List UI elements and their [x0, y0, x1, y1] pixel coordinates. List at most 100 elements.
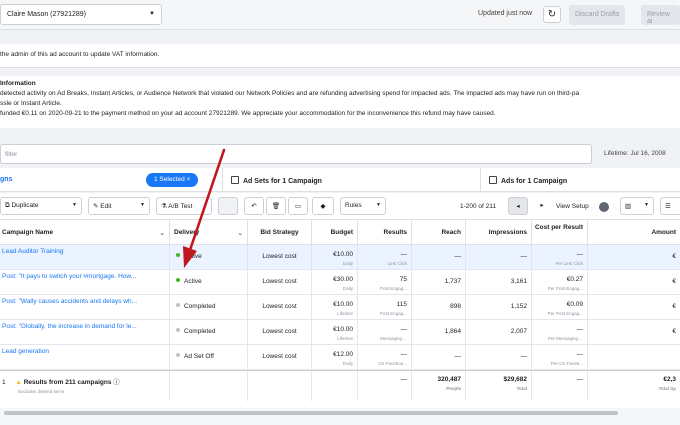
tab-ad-sets-label: Ad Sets for 1 Campaign: [243, 178, 322, 185]
campaign-name-link-cell[interactable]: Lead generation: [0, 345, 170, 370]
scrollbar-thumb[interactable]: [4, 411, 618, 415]
chevron-down-icon: ▼: [149, 11, 155, 17]
campaign-name-link-cell[interactable]: Post: "Wally causes accidents and delays…: [0, 295, 170, 320]
chevron-down-icon: ▼: [140, 202, 145, 208]
budget-value[interactable]: €30.00: [333, 276, 353, 283]
campaign-name-link-cell[interactable]: Post: "It pays to switch your #mortgage.…: [0, 270, 170, 295]
bid-strategy-cell[interactable]: Lowest cost: [248, 345, 312, 370]
campaign-name-link[interactable]: Post: "Globally, the increase in demand …: [2, 323, 137, 330]
table-row[interactable]: Post: "Globally, the increase in demand …: [0, 320, 680, 345]
expand-toggle[interactable]: 1: [2, 379, 6, 386]
header-budget[interactable]: Budget: [312, 220, 358, 245]
budget-value-cell[interactable]: €10.00 Lifetime: [312, 320, 358, 345]
comment-icon: ▭: [294, 203, 302, 210]
cost-per-result-value: —: [576, 251, 584, 258]
amount-value-cell: €: [588, 295, 680, 320]
rules-button[interactable]: Rules ▼: [340, 197, 386, 215]
header-impressions[interactable]: Impressions: [466, 220, 532, 245]
campaign-name-link-cell[interactable]: Post: "Globally, the increase in demand …: [0, 320, 170, 345]
reach-value: 898: [450, 303, 461, 310]
results-value: —: [400, 351, 408, 358]
impressions-value: —: [520, 353, 528, 360]
top-bar: Claire Mason (27921289) ▼ Updated just n…: [0, 0, 680, 30]
bid-strategy[interactable]: Lowest cost: [262, 328, 296, 335]
totals-row: 1 ▲ Results from 211 campaigns ⓘ Exclude…: [0, 370, 680, 401]
duplicate-button[interactable]: ⧉ Duplicate ▼: [0, 197, 82, 215]
undo-button[interactable]: ↶: [244, 197, 264, 215]
account-selector[interactable]: Claire Mason (27921289) ▼: [0, 4, 162, 25]
date-range[interactable]: Lifetime: Jul 16, 2008: [604, 150, 666, 157]
warning-icon: ▲: [15, 379, 22, 386]
budget-value-cell[interactable]: €10.00 Daily: [312, 245, 358, 270]
delete-button[interactable]: 🗑: [266, 197, 286, 215]
columns-button[interactable]: ▥ ▼: [620, 197, 654, 215]
view-setup-toggle[interactable]: [599, 202, 609, 212]
totals-reach-value: 320,487: [437, 376, 462, 383]
campaign-name-link[interactable]: Post: "Wally causes accidents and delays…: [2, 298, 137, 305]
bid-strategy[interactable]: Lowest cost: [262, 278, 296, 285]
amount-value: €: [672, 253, 676, 260]
review-button[interactable]: Review ai: [641, 5, 680, 25]
prev-page-button[interactable]: ◂: [508, 197, 528, 215]
header-bid-strategy[interactable]: Bid Strategy: [248, 220, 312, 245]
next-page-button[interactable]: ▸: [532, 197, 552, 215]
amount-value-cell: €: [588, 270, 680, 295]
filter-input[interactable]: filter: [0, 144, 592, 164]
campaign-name-link-cell[interactable]: Lead Auditor Training: [0, 245, 170, 270]
cost-per-result-value-cell: — Per Link Click: [532, 245, 588, 270]
campaign-name-link[interactable]: Lead Auditor Training: [2, 248, 63, 255]
header-amount[interactable]: Amount: [588, 220, 680, 245]
tag-button[interactable]: ◆: [312, 197, 334, 215]
bid-strategy[interactable]: Lowest cost: [262, 303, 296, 310]
budget-value-cell[interactable]: €30.00 Daily: [312, 270, 358, 295]
tab-ads[interactable]: Ads for 1 Campaign: [480, 168, 680, 192]
header-campaign-name[interactable]: Campaign Name ⌄: [0, 220, 170, 245]
budget-value-cell[interactable]: €10.00 Lifetime: [312, 295, 358, 320]
selected-pill[interactable]: 1 Selected ×: [146, 173, 199, 187]
table-row[interactable]: Lead generation Ad Set Off Lowest cost €12.…: [0, 345, 680, 370]
horizontal-scrollbar[interactable]: [0, 408, 680, 425]
delivery-status: Completed: [184, 328, 216, 335]
impressions-value: 1,152: [510, 303, 527, 310]
refresh-button[interactable]: ↻: [543, 6, 561, 23]
bid-strategy[interactable]: Lowest cost: [262, 353, 296, 360]
view-setup-label[interactable]: View Setup: [556, 203, 589, 210]
table-row[interactable]: Post: "Wally causes accidents and delays…: [0, 295, 680, 320]
breakdown-button[interactable]: ☰: [660, 197, 680, 215]
table-row[interactable]: Post: "It pays to switch your #mortgage.…: [0, 270, 680, 295]
budget-value-cell[interactable]: €12.00 Daily: [312, 345, 358, 370]
budget-value[interactable]: €10.00: [333, 326, 353, 333]
bid-strategy-cell[interactable]: Lowest cost: [248, 320, 312, 345]
bid-strategy[interactable]: Lowest cost: [262, 253, 296, 260]
totals-label: Results from 211 campaigns: [23, 379, 112, 386]
discard-drafts-button[interactable]: Discard Drafts: [569, 5, 626, 25]
impressions-value-cell: 1,152: [466, 295, 532, 320]
tab-ad-sets[interactable]: Ad Sets for 1 Campaign: [222, 168, 480, 192]
header-campaign-name-label: Campaign Name: [2, 229, 53, 236]
budget-value[interactable]: €12.00: [333, 351, 353, 358]
budget-value[interactable]: €10.00: [333, 251, 353, 258]
close-icon[interactable]: ×: [187, 176, 191, 183]
bid-strategy-cell[interactable]: Lowest cost: [248, 245, 312, 270]
results-value: 75: [399, 276, 407, 283]
tab-campaigns[interactable]: gns: [0, 176, 12, 183]
edit-button[interactable]: ✎ Edit ▼: [88, 197, 150, 215]
refund-notice-line: funded €0.11 on 2020-09-21 to the paymen…: [0, 110, 496, 117]
bid-strategy-cell[interactable]: Lowest cost: [248, 270, 312, 295]
blank-button[interactable]: [218, 197, 238, 215]
comment-button[interactable]: ▭: [288, 197, 308, 215]
bid-strategy-cell[interactable]: Lowest cost: [248, 295, 312, 320]
results-value: —: [400, 326, 408, 333]
ab-test-button[interactable]: ⚗ A/B Test: [156, 197, 212, 215]
header-results[interactable]: Results: [358, 220, 412, 245]
budget-value[interactable]: €10.00: [333, 301, 353, 308]
header-delivery[interactable]: Delivery ⌄: [170, 220, 248, 245]
table-row[interactable]: Lead Auditor Training Active Lowest cost €1…: [0, 245, 680, 270]
cost-per-result-value-cell: €0.09 Per Post Engag...: [532, 295, 588, 320]
results-value-sub: On-Faceboo...: [378, 361, 407, 366]
campaign-name-link[interactable]: Lead generation: [2, 348, 49, 355]
header-reach[interactable]: Reach: [412, 220, 466, 245]
campaign-name-link[interactable]: Post: "It pays to switch your #mortgage.…: [2, 273, 136, 280]
header-cost-per-result[interactable]: Cost per Result: [532, 220, 588, 245]
results-value-sub: Post Engag...: [379, 311, 407, 316]
